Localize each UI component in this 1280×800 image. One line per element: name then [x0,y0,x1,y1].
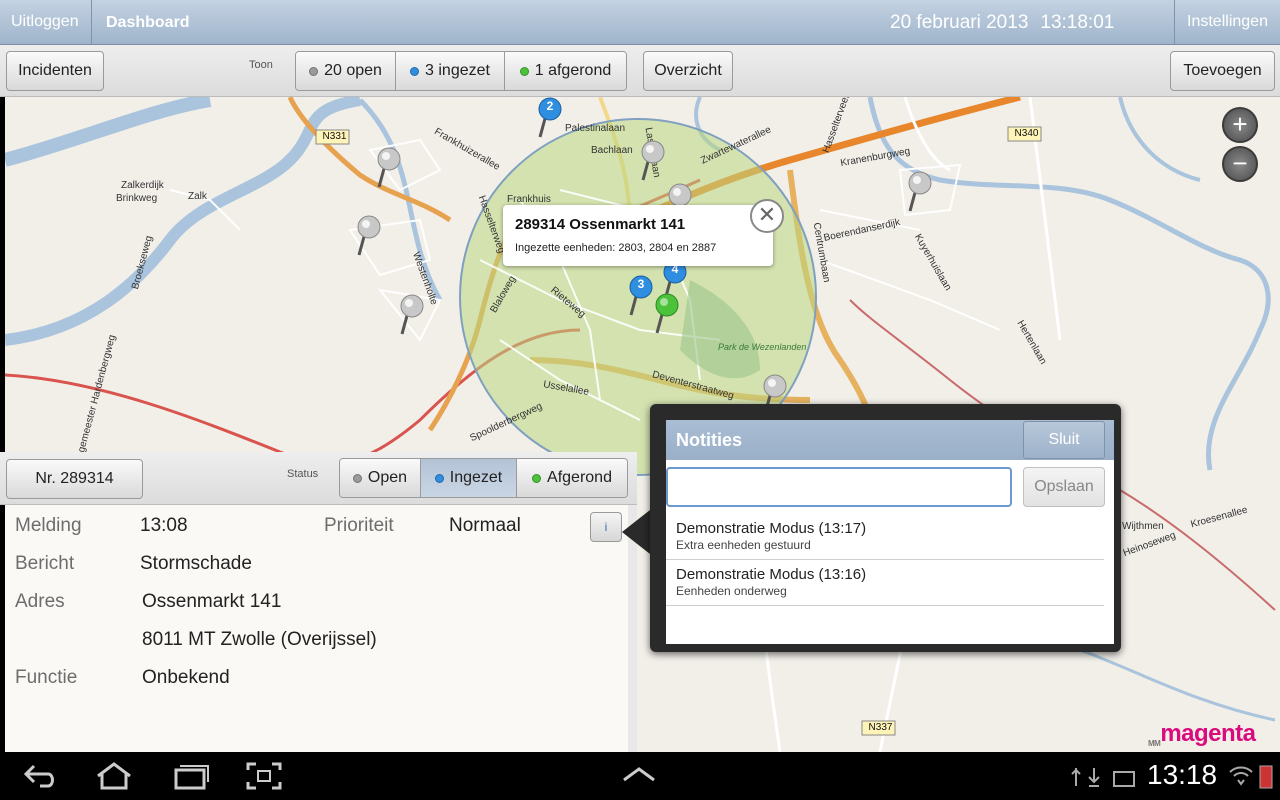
status-icons [1071,768,1135,787]
grey-dot-icon [352,473,362,483]
add-button[interactable]: Toevoegen [1170,51,1275,91]
street-label: Zalkerdijk [121,180,164,191]
street-label: Wijthmen [1122,521,1164,532]
street-label: Zalk [188,191,207,202]
street-label: Park de Wezenlanden [718,342,807,352]
logo-sub: MM [1148,739,1161,748]
toolbar: Incidenten Toon Overzicht Toevoegen [0,45,1280,97]
settings-button[interactable]: Instellingen [1174,0,1280,44]
filter-afgerond-button[interactable]: 1 afgerond [505,52,626,90]
status-segment: Open Ingezet Afgerond [339,458,628,498]
grey-pin-icon[interactable] [375,147,403,197]
page-title: Dashboard [106,14,190,31]
time-text: 13:18:01 [1040,12,1115,33]
back-icon[interactable] [22,762,58,790]
green-dot-icon [532,473,542,483]
status-open-button[interactable]: Open [340,459,421,497]
note-subtitle: Extra eenheden gestuurd [676,538,811,552]
status-ingezet-button[interactable]: Ingezet [421,459,517,497]
screenshot-icon[interactable] [246,762,282,790]
status-afgerond-button[interactable]: Afgerond [517,459,627,497]
blue-pin-icon[interactable]: 3 [627,275,655,325]
popup-subtitle: Ingezette eenheden: 2803, 2804 en 2887 [515,242,717,254]
blue-dot-icon [410,66,420,76]
grey-pin-icon[interactable] [355,215,383,265]
street-label: Bachlaan [591,145,633,156]
street-label: Frankhuis [507,194,551,205]
datetime-display: 20 februari 2013 13:18:01 [890,0,1114,45]
pin-number: 2 [546,99,554,113]
system-navigation-bar [0,752,1280,800]
notes-popover: Notities Sluit Opslaan Demonstratie Modu… [650,404,1121,652]
green-pin-icon[interactable] [653,293,681,343]
status-afgerond-label: Afgerond [547,469,612,486]
zoom-in-button[interactable]: + [1222,107,1258,143]
incidents-button[interactable]: Incidenten [6,51,104,91]
functie-value: Onbekend [142,667,230,688]
status-open-label: Open [367,469,408,486]
adres-line1: Ossenmarkt 141 [142,591,282,612]
incident-number-button[interactable]: Nr. 289314 [6,459,143,499]
bericht-label: Bericht [15,553,75,574]
notes-title: Notities [676,430,743,450]
status-label: Status [287,468,319,480]
toon-label: Toon [249,59,273,71]
note-item[interactable]: Demonstratie Modus (13:16) Eenheden onde… [666,560,1104,606]
filter-segment: 20 open 3 ingezet 1 afgerond [295,51,627,91]
close-icon[interactable]: ✕ [750,199,784,233]
road-label-n337: N337 [868,722,893,733]
filter-ingezet-button[interactable]: 3 ingezet [396,52,505,90]
note-subtitle: Eenheden onderweg [676,584,787,598]
notes-close-button[interactable]: Sluit [1023,421,1105,459]
street-label: Palestinalaan [565,123,626,134]
wifi-battery-icon [1229,765,1273,789]
grey-pin-icon[interactable] [398,294,426,344]
street-label: Brinkweg [116,193,158,204]
status-ingezet-label: Ingezet [449,469,503,486]
zoom-out-button[interactable]: − [1222,146,1258,182]
melding-label: Melding [15,515,82,536]
recent-apps-icon[interactable] [170,762,210,790]
notes-content: Notities Sluit Opslaan Demonstratie Modu… [666,420,1114,644]
magenta-logo: MMmagenta [1148,720,1256,748]
grey-pin-icon[interactable] [906,171,934,221]
note-item[interactable]: Demonstratie Modus (13:17) Extra eenhede… [666,514,1104,560]
bericht-value: Stormschade [140,553,252,574]
green-dot-icon [519,66,529,76]
overview-button[interactable]: Overzicht [643,51,733,91]
adres-label: Adres [15,591,65,612]
prioriteit-label: Prioriteit [324,515,394,536]
home-icon[interactable] [94,762,134,790]
filter-afgerond-label: 1 afgerond [534,62,612,79]
filter-ingezet-label: 3 ingezet [425,62,490,79]
date-text: 20 februari 2013 [890,12,1029,33]
grey-dot-icon [309,66,319,76]
logout-button[interactable]: Uitloggen [0,0,92,44]
blue-dot-icon [434,473,444,483]
melding-value: 13:08 [140,515,188,536]
app-header: Uitloggen Dashboard 20 februari 2013 13:1… [0,0,1280,45]
logo-main: magenta [1160,720,1256,747]
incident-map-popup[interactable]: 289314 Ossenmarkt 141 Ingezette eenheden… [503,205,773,266]
filter-open-button[interactable]: 20 open [296,52,396,90]
note-title: Demonstratie Modus (13:17) [676,520,867,537]
prioriteit-value: Normaal [449,515,521,536]
notes-header: Notities Sluit [666,420,1114,460]
popup-title: 289314 Ossenmarkt 141 [515,216,686,233]
note-input[interactable] [666,467,1012,507]
road-label-n340: N340 [1014,128,1039,139]
functie-label: Functie [15,667,78,688]
pin-number: 3 [637,277,645,291]
adres-line2: 8011 MT Zwolle (Overijssel) [142,629,377,650]
save-note-button[interactable]: Opslaan [1023,467,1105,507]
filter-open-label: 20 open [324,62,382,79]
grey-pin-icon[interactable] [639,140,667,190]
blue-pin-icon[interactable]: 2 [536,97,564,147]
system-clock: 13:18 [1147,759,1218,790]
road-label-n331: N331 [322,131,347,142]
popover-arrow [622,510,650,554]
note-title: Demonstratie Modus (13:16) [676,566,867,583]
info-icon[interactable]: i [590,512,622,542]
chevron-up-icon[interactable] [622,766,656,782]
